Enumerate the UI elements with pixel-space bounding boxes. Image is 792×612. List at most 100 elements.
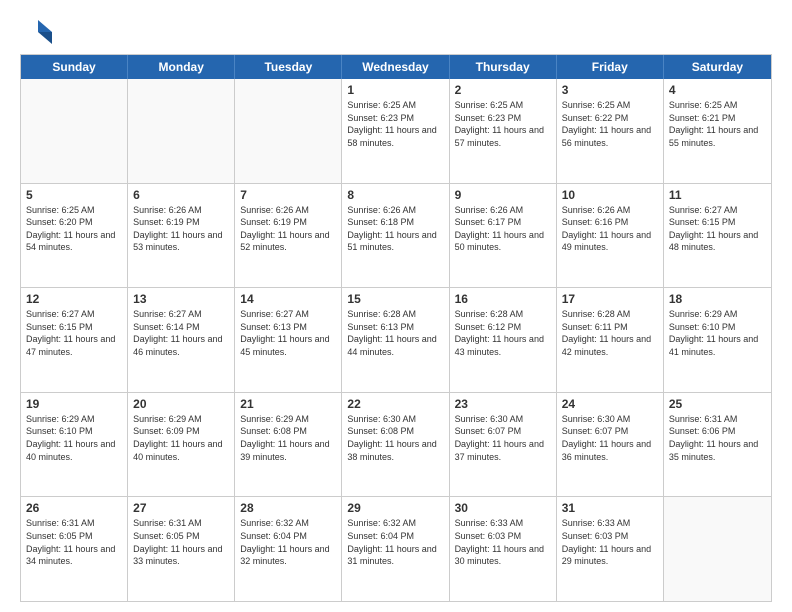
cell-info: Sunrise: 6:26 AMSunset: 6:18 PMDaylight:… — [347, 204, 443, 254]
day-cell-21: 21 Sunrise: 6:29 AMSunset: 6:08 PMDayligh… — [235, 393, 342, 497]
day-number: 5 — [26, 188, 122, 202]
day-number: 22 — [347, 397, 443, 411]
header-day-wednesday: Wednesday — [342, 55, 449, 79]
cell-info: Sunrise: 6:27 AMSunset: 6:15 PMDaylight:… — [26, 308, 122, 358]
day-cell-7: 7 Sunrise: 6:26 AMSunset: 6:19 PMDaylight… — [235, 184, 342, 288]
day-cell-27: 27 Sunrise: 6:31 AMSunset: 6:05 PMDayligh… — [128, 497, 235, 601]
day-cell-4: 4 Sunrise: 6:25 AMSunset: 6:21 PMDaylight… — [664, 79, 771, 183]
cell-info: Sunrise: 6:29 AMSunset: 6:08 PMDaylight:… — [240, 413, 336, 463]
day-cell-8: 8 Sunrise: 6:26 AMSunset: 6:18 PMDaylight… — [342, 184, 449, 288]
header-day-monday: Monday — [128, 55, 235, 79]
empty-cell — [21, 79, 128, 183]
calendar-body: 1 Sunrise: 6:25 AMSunset: 6:23 PMDaylight… — [21, 79, 771, 601]
day-number: 16 — [455, 292, 551, 306]
day-number: 21 — [240, 397, 336, 411]
calendar-row-2: 12 Sunrise: 6:27 AMSunset: 6:15 PMDayligh… — [21, 287, 771, 392]
cell-info: Sunrise: 6:25 AMSunset: 6:21 PMDaylight:… — [669, 99, 766, 149]
day-cell-23: 23 Sunrise: 6:30 AMSunset: 6:07 PMDayligh… — [450, 393, 557, 497]
cell-info: Sunrise: 6:27 AMSunset: 6:13 PMDaylight:… — [240, 308, 336, 358]
cell-info: Sunrise: 6:31 AMSunset: 6:06 PMDaylight:… — [669, 413, 766, 463]
cell-info: Sunrise: 6:28 AMSunset: 6:11 PMDaylight:… — [562, 308, 658, 358]
empty-cell — [235, 79, 342, 183]
cell-info: Sunrise: 6:30 AMSunset: 6:07 PMDaylight:… — [455, 413, 551, 463]
calendar-header: SundayMondayTuesdayWednesdayThursdayFrid… — [21, 55, 771, 79]
day-cell-22: 22 Sunrise: 6:30 AMSunset: 6:08 PMDayligh… — [342, 393, 449, 497]
calendar: SundayMondayTuesdayWednesdayThursdayFrid… — [20, 54, 772, 602]
cell-info: Sunrise: 6:26 AMSunset: 6:19 PMDaylight:… — [240, 204, 336, 254]
day-cell-16: 16 Sunrise: 6:28 AMSunset: 6:12 PMDayligh… — [450, 288, 557, 392]
day-number: 2 — [455, 83, 551, 97]
logo — [20, 18, 56, 46]
day-number: 11 — [669, 188, 766, 202]
day-number: 9 — [455, 188, 551, 202]
cell-info: Sunrise: 6:31 AMSunset: 6:05 PMDaylight:… — [133, 517, 229, 567]
day-number: 17 — [562, 292, 658, 306]
header-day-friday: Friday — [557, 55, 664, 79]
cell-info: Sunrise: 6:26 AMSunset: 6:19 PMDaylight:… — [133, 204, 229, 254]
day-cell-11: 11 Sunrise: 6:27 AMSunset: 6:15 PMDayligh… — [664, 184, 771, 288]
day-number: 3 — [562, 83, 658, 97]
cell-info: Sunrise: 6:28 AMSunset: 6:13 PMDaylight:… — [347, 308, 443, 358]
header-day-saturday: Saturday — [664, 55, 771, 79]
cell-info: Sunrise: 6:27 AMSunset: 6:15 PMDaylight:… — [669, 204, 766, 254]
logo-icon — [20, 18, 52, 46]
day-cell-15: 15 Sunrise: 6:28 AMSunset: 6:13 PMDayligh… — [342, 288, 449, 392]
day-number: 18 — [669, 292, 766, 306]
cell-info: Sunrise: 6:26 AMSunset: 6:16 PMDaylight:… — [562, 204, 658, 254]
cell-info: Sunrise: 6:28 AMSunset: 6:12 PMDaylight:… — [455, 308, 551, 358]
day-cell-2: 2 Sunrise: 6:25 AMSunset: 6:23 PMDaylight… — [450, 79, 557, 183]
cell-info: Sunrise: 6:32 AMSunset: 6:04 PMDaylight:… — [240, 517, 336, 567]
day-number: 28 — [240, 501, 336, 515]
cell-info: Sunrise: 6:29 AMSunset: 6:10 PMDaylight:… — [26, 413, 122, 463]
day-number: 20 — [133, 397, 229, 411]
day-number: 4 — [669, 83, 766, 97]
day-cell-9: 9 Sunrise: 6:26 AMSunset: 6:17 PMDaylight… — [450, 184, 557, 288]
header — [20, 18, 772, 46]
day-cell-19: 19Sunrise: 6:29 AMSunset: 6:10 PMDayligh… — [21, 393, 128, 497]
day-number: 26 — [26, 501, 122, 515]
cell-info: Sunrise: 6:25 AMSunset: 6:23 PMDaylight:… — [347, 99, 443, 149]
day-number: 7 — [240, 188, 336, 202]
day-cell-30: 30Sunrise: 6:33 AMSunset: 6:03 PMDayligh… — [450, 497, 557, 601]
day-number: 14 — [240, 292, 336, 306]
calendar-row-1: 5 Sunrise: 6:25 AMSunset: 6:20 PMDaylight… — [21, 183, 771, 288]
day-number: 29 — [347, 501, 443, 515]
day-cell-3: 3Sunrise: 6:25 AMSunset: 6:22 PMDaylight… — [557, 79, 664, 183]
cell-info: Sunrise: 6:29 AMSunset: 6:09 PMDaylight:… — [133, 413, 229, 463]
day-number: 6 — [133, 188, 229, 202]
day-number: 24 — [562, 397, 658, 411]
day-cell-1: 1 Sunrise: 6:25 AMSunset: 6:23 PMDaylight… — [342, 79, 449, 183]
calendar-row-3: 19Sunrise: 6:29 AMSunset: 6:10 PMDayligh… — [21, 392, 771, 497]
day-cell-5: 5 Sunrise: 6:25 AMSunset: 6:20 PMDaylight… — [21, 184, 128, 288]
header-day-tuesday: Tuesday — [235, 55, 342, 79]
cell-info: Sunrise: 6:33 AMSunset: 6:03 PMDaylight:… — [455, 517, 551, 567]
day-number: 25 — [669, 397, 766, 411]
cell-info: Sunrise: 6:27 AMSunset: 6:14 PMDaylight:… — [133, 308, 229, 358]
day-number: 1 — [347, 83, 443, 97]
day-cell-26: 26 Sunrise: 6:31 AMSunset: 6:05 PMDayligh… — [21, 497, 128, 601]
cell-info: Sunrise: 6:30 AMSunset: 6:07 PMDaylight:… — [562, 413, 658, 463]
day-number: 8 — [347, 188, 443, 202]
cell-info: Sunrise: 6:31 AMSunset: 6:05 PMDaylight:… — [26, 517, 122, 567]
cell-info: Sunrise: 6:30 AMSunset: 6:08 PMDaylight:… — [347, 413, 443, 463]
page: SundayMondayTuesdayWednesdayThursdayFrid… — [0, 0, 792, 612]
day-cell-17: 17 Sunrise: 6:28 AMSunset: 6:11 PMDayligh… — [557, 288, 664, 392]
day-cell-12: 12 Sunrise: 6:27 AMSunset: 6:15 PMDayligh… — [21, 288, 128, 392]
cell-info: Sunrise: 6:25 AMSunset: 6:20 PMDaylight:… — [26, 204, 122, 254]
day-cell-28: 28 Sunrise: 6:32 AMSunset: 6:04 PMDayligh… — [235, 497, 342, 601]
day-number: 10 — [562, 188, 658, 202]
day-cell-25: 25 Sunrise: 6:31 AMSunset: 6:06 PMDayligh… — [664, 393, 771, 497]
day-number: 12 — [26, 292, 122, 306]
day-number: 23 — [455, 397, 551, 411]
day-cell-10: 10 Sunrise: 6:26 AMSunset: 6:16 PMDayligh… — [557, 184, 664, 288]
day-cell-6: 6 Sunrise: 6:26 AMSunset: 6:19 PMDaylight… — [128, 184, 235, 288]
empty-cell — [664, 497, 771, 601]
cell-info: Sunrise: 6:25 AMSunset: 6:23 PMDaylight:… — [455, 99, 551, 149]
day-number: 15 — [347, 292, 443, 306]
day-cell-29: 29Sunrise: 6:32 AMSunset: 6:04 PMDayligh… — [342, 497, 449, 601]
day-number: 13 — [133, 292, 229, 306]
cell-info: Sunrise: 6:26 AMSunset: 6:17 PMDaylight:… — [455, 204, 551, 254]
day-number: 27 — [133, 501, 229, 515]
calendar-row-4: 26 Sunrise: 6:31 AMSunset: 6:05 PMDayligh… — [21, 496, 771, 601]
calendar-row-0: 1 Sunrise: 6:25 AMSunset: 6:23 PMDaylight… — [21, 79, 771, 183]
